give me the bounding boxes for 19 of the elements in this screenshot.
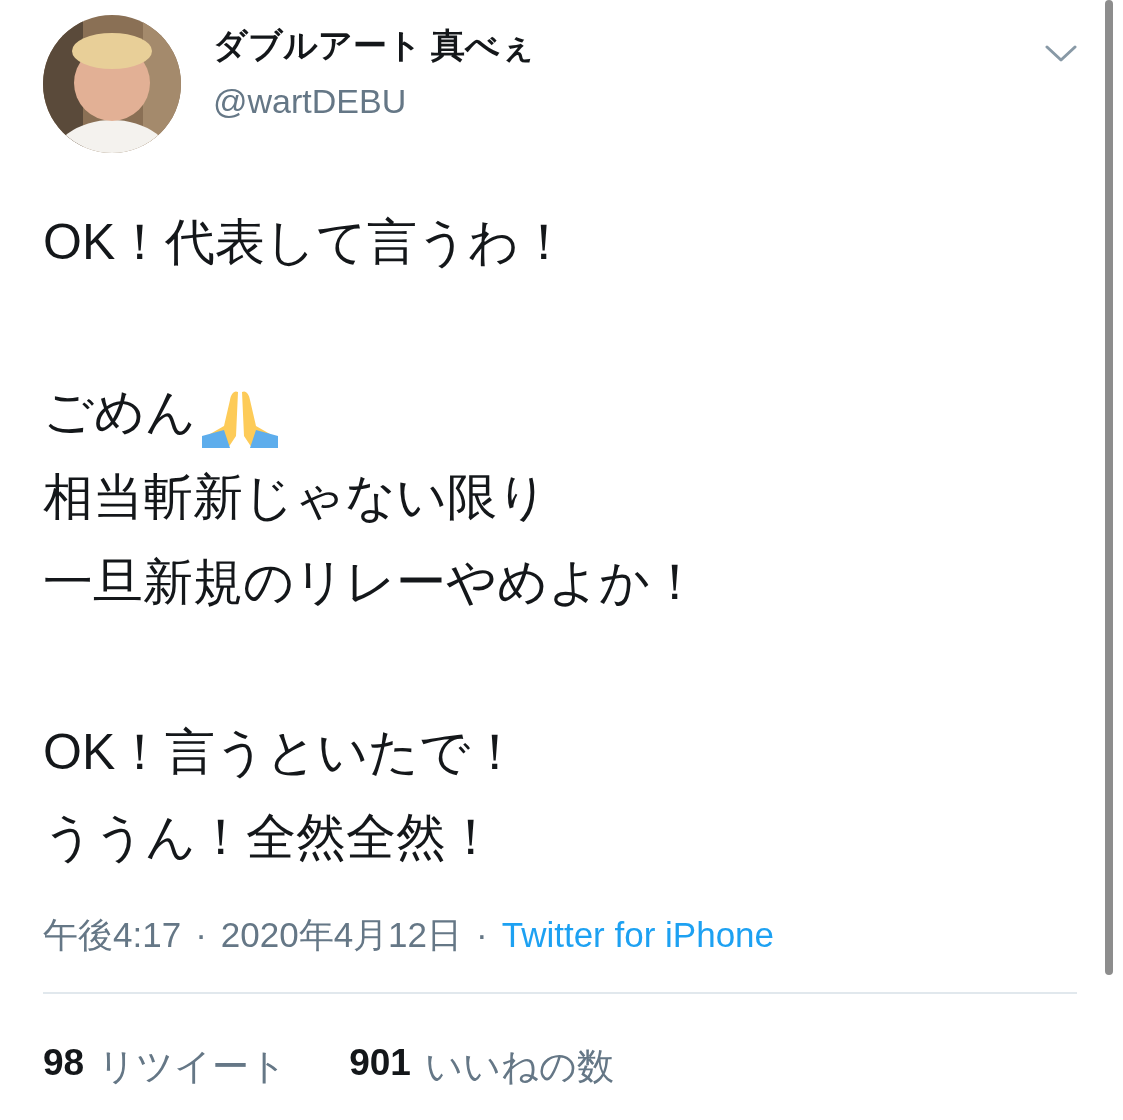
scrollbar[interactable] (1105, 0, 1113, 975)
stat-count[interactable]: 901 (349, 1042, 411, 1092)
tweet-text: 一旦新規のリレーやめよか！ (43, 553, 700, 612)
user-handle: @wartDEBU (213, 81, 408, 121)
chevron-down-icon[interactable] (1045, 45, 1077, 63)
tweet-text: ううん！全然全然！ (43, 808, 496, 867)
tweet-text: OK！言うといたで！ (43, 723, 521, 782)
source-link[interactable]: Twitter for iPhone (501, 915, 775, 955)
tweet-text: ごめん (43, 383, 196, 442)
stat-count[interactable]: 98 (43, 1042, 85, 1092)
tweet-text: 相当斬新じゃない限り (43, 468, 548, 527)
tweet-date: 2020年4月12日 (220, 913, 463, 956)
tweet-text: OK！代表して言うわ！ (43, 213, 570, 272)
separator-dot: · (195, 915, 207, 955)
stat-label[interactable]: リツイート (98, 1042, 288, 1092)
display-name: ダブルアート 真べぇ (213, 25, 537, 65)
stat-label[interactable]: いいねの数 (424, 1042, 614, 1092)
separator-dot: · (476, 915, 488, 955)
tweet-time: 午後4:17 (43, 913, 182, 956)
